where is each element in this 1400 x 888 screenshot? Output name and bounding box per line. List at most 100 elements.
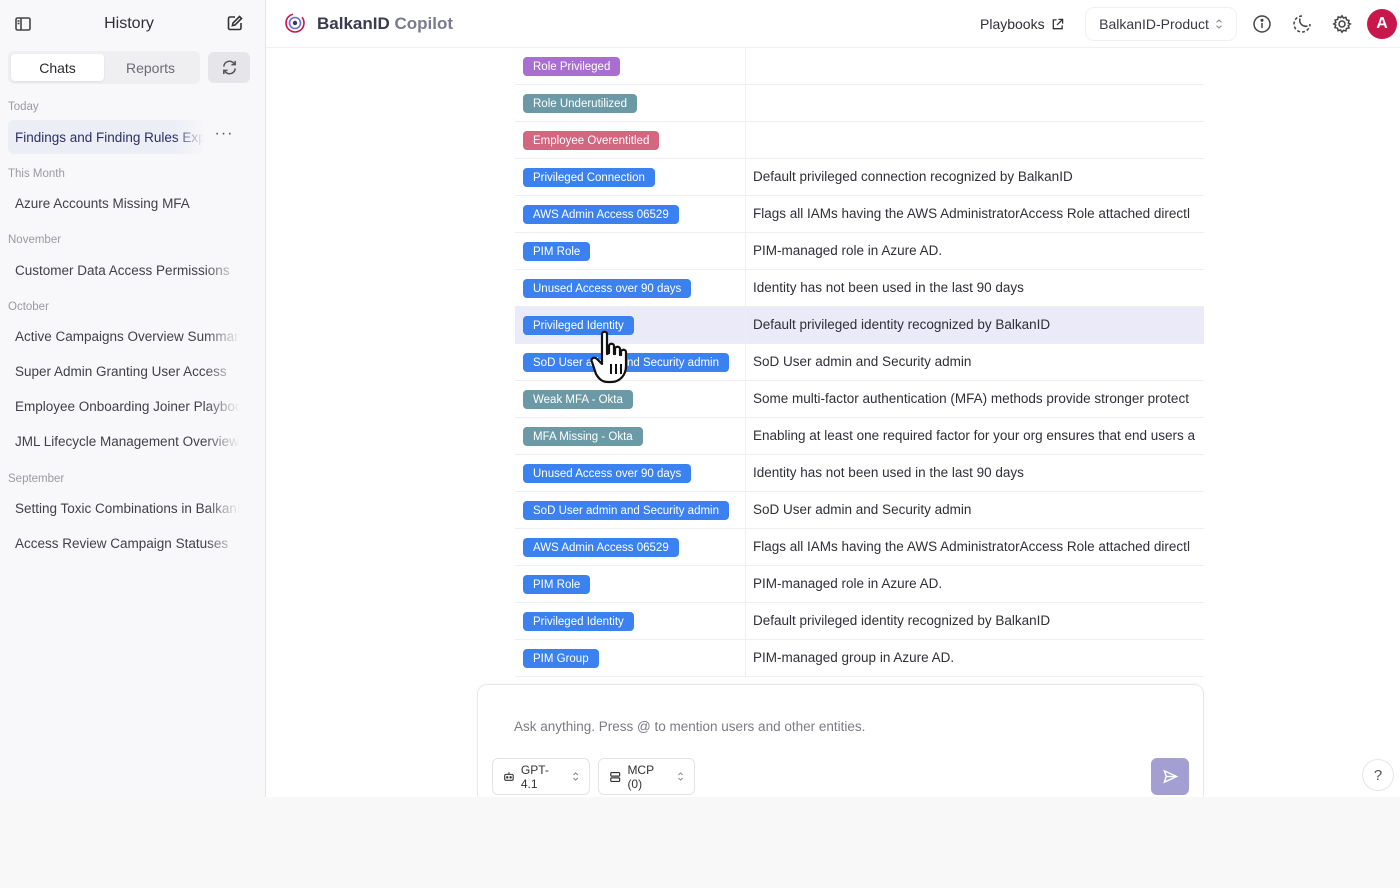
finding-description: SoD User admin and Security admin [753, 354, 972, 369]
column-divider [745, 122, 746, 159]
history-sidebar: History Chats Reports Today Findings and… [0, 0, 266, 797]
table-row[interactable]: AWS Admin Access 06529 Flags all IAMs hav… [515, 196, 1204, 233]
finding-tag-badge[interactable]: SoD User admin and Security admin [523, 501, 729, 520]
finding-tag-badge[interactable]: Privileged Identity [523, 612, 634, 631]
finding-tag-badge[interactable]: PIM Role [523, 575, 591, 594]
finding-tag-badge[interactable]: Privileged Identity [523, 316, 634, 335]
help-button[interactable]: ? [1362, 759, 1394, 791]
table-row[interactable]: Role Underutilized [515, 85, 1204, 122]
column-divider [745, 159, 746, 196]
sidebar-title: History [104, 15, 154, 32]
table-row[interactable]: Weak MFA - Okta Some multi-factor authent… [515, 381, 1204, 418]
finding-description: Identity has not been used in the last 9… [753, 280, 1024, 295]
send-button[interactable] [1151, 758, 1189, 795]
send-icon [1162, 769, 1178, 784]
chat-item-customer-data[interactable]: Customer Data Access Permissions [8, 253, 240, 287]
table-row[interactable]: SoD User admin and Security admin SoD Use… [515, 492, 1204, 529]
tab-chats[interactable]: Chats [11, 54, 104, 81]
finding-description: PIM-managed group in Azure AD. [753, 650, 955, 665]
finding-description: Some multi-factor authentication (MFA) m… [753, 391, 1189, 406]
chat-item-super-admin[interactable]: Super Admin Granting User Access [8, 354, 240, 388]
table-row[interactable]: PIM Role PIM-managed role in Azure AD. [515, 233, 1204, 270]
finding-tag-badge[interactable]: PIM Group [523, 649, 599, 668]
chat-item-azure[interactable]: Azure Accounts Missing MFA [8, 186, 240, 220]
table-row[interactable]: Unused Access over 90 days Identity has n… [515, 270, 1204, 307]
finding-description: Flags all IAMs having the AWS Administra… [753, 206, 1190, 221]
column-divider [745, 48, 746, 85]
chat-input[interactable] [514, 719, 1154, 734]
chevron-updown-icon [677, 772, 683, 781]
column-divider [745, 455, 746, 492]
finding-description: Flags all IAMs having the AWS Administra… [753, 539, 1190, 554]
column-divider [745, 344, 746, 381]
top-bar: BalkanID Copilot Playbooks BalkanID-Prod… [266, 0, 1400, 48]
history-tabs: Chats Reports [8, 51, 200, 84]
new-chat-icon[interactable] [226, 14, 244, 32]
chat-item-jml[interactable]: JML Lifecycle Management Overview [8, 424, 240, 458]
finding-description: Default privileged identity recognized b… [753, 613, 1051, 628]
chevron-updown-icon [1216, 19, 1222, 29]
chat-item-access-review[interactable]: Access Review Campaign Statuses [8, 526, 240, 560]
finding-tag-badge[interactable]: MFA Missing - Okta [523, 427, 643, 446]
findings-table: Role Privileged Role Underutilized Employe… [515, 48, 1204, 682]
table-row[interactable]: Privileged Connection Default privileged … [515, 159, 1204, 196]
finding-description: Default privileged identity recognized b… [753, 317, 1051, 332]
table-row[interactable]: Unused Access over 90 days Identity has n… [515, 455, 1204, 492]
sidebar-header: History [0, 0, 266, 48]
finding-tag-badge[interactable]: Privileged Connection [523, 168, 655, 187]
robot-icon [504, 772, 514, 781]
playbooks-label: Playbooks [980, 16, 1045, 32]
column-divider [745, 603, 746, 640]
chat-item-onboarding[interactable]: Employee Onboarding Joiner Playbook [8, 389, 240, 423]
refresh-button[interactable] [208, 52, 250, 83]
mcp-selector[interactable]: MCP (0) [598, 758, 695, 795]
finding-tag-badge[interactable]: AWS Admin Access 06529 [523, 205, 679, 224]
group-label-september: September [8, 473, 65, 485]
chat-composer: GPT-4.1 MCP (0) [477, 684, 1204, 797]
tab-reports[interactable]: Reports [104, 54, 197, 81]
finding-tag-badge[interactable]: SoD User admin and Security admin [523, 353, 729, 372]
finding-tag-badge[interactable]: Role Underutilized [523, 94, 637, 113]
table-row[interactable]: Privileged Identity Default privileged id… [515, 307, 1204, 344]
column-divider [745, 566, 746, 603]
avatar[interactable]: A [1367, 9, 1397, 39]
finding-tag-badge[interactable]: AWS Admin Access 06529 [523, 538, 679, 557]
finding-tag-badge[interactable]: Weak MFA - Okta [523, 390, 633, 409]
finding-description: Identity has not been used in the last 9… [753, 465, 1024, 480]
chat-item-toxic[interactable]: Setting Toxic Combinations in BalkanID [8, 491, 240, 525]
finding-tag-badge[interactable]: Employee Overentitled [523, 131, 660, 150]
table-row[interactable]: PIM Role PIM-managed role in Azure AD. [515, 566, 1204, 603]
table-row[interactable]: MFA Missing - Okta Enabling at least one … [515, 418, 1204, 455]
finding-description: Default privileged connection recognized… [753, 169, 1073, 184]
tenant-selector[interactable]: BalkanID-Product [1086, 8, 1236, 40]
gear-icon[interactable] [1332, 14, 1352, 34]
chat-item-campaigns[interactable]: Active Campaigns Overview Summary [8, 319, 240, 353]
playbooks-link[interactable]: Playbooks [980, 16, 1064, 32]
table-row[interactable]: AWS Admin Access 06529 Flags all IAMs hav… [515, 529, 1204, 566]
finding-tag-badge[interactable]: Role Privileged [523, 57, 621, 76]
table-row[interactable]: SoD User admin and Security admin SoD Use… [515, 344, 1204, 381]
mcp-label: MCP (0) [627, 762, 654, 791]
column-divider [745, 233, 746, 270]
table-row[interactable]: Employee Overentitled [515, 122, 1204, 159]
table-row[interactable]: Privileged Identity Default privileged id… [515, 603, 1204, 640]
balkanid-logo-icon [284, 12, 306, 34]
table-row[interactable]: PIM Group PIM-managed group in Azure AD. [515, 640, 1204, 677]
chat-item-findings[interactable]: Findings and Finding Rules Explained [8, 120, 204, 154]
group-label-november: November [8, 234, 62, 246]
brand-name: BalkanID Copilot [317, 14, 453, 34]
column-divider [745, 196, 746, 233]
finding-description: PIM-managed role in Azure AD. [753, 576, 943, 591]
finding-tag-badge[interactable]: Unused Access over 90 days [523, 279, 692, 298]
chat-more-button[interactable]: ··· [213, 126, 235, 146]
column-divider [745, 529, 746, 566]
table-fade [515, 676, 1204, 684]
table-row[interactable]: Role Privileged [515, 48, 1204, 85]
info-icon[interactable] [1252, 14, 1272, 34]
theme-toggle-icon[interactable] [1292, 14, 1312, 34]
finding-tag-badge[interactable]: Unused Access over 90 days [523, 464, 692, 483]
finding-tag-badge[interactable]: PIM Role [523, 242, 591, 261]
model-selector[interactable]: GPT-4.1 [492, 758, 590, 795]
brand-name-soft: Copilot [394, 14, 454, 33]
group-label-today: Today [8, 101, 39, 113]
